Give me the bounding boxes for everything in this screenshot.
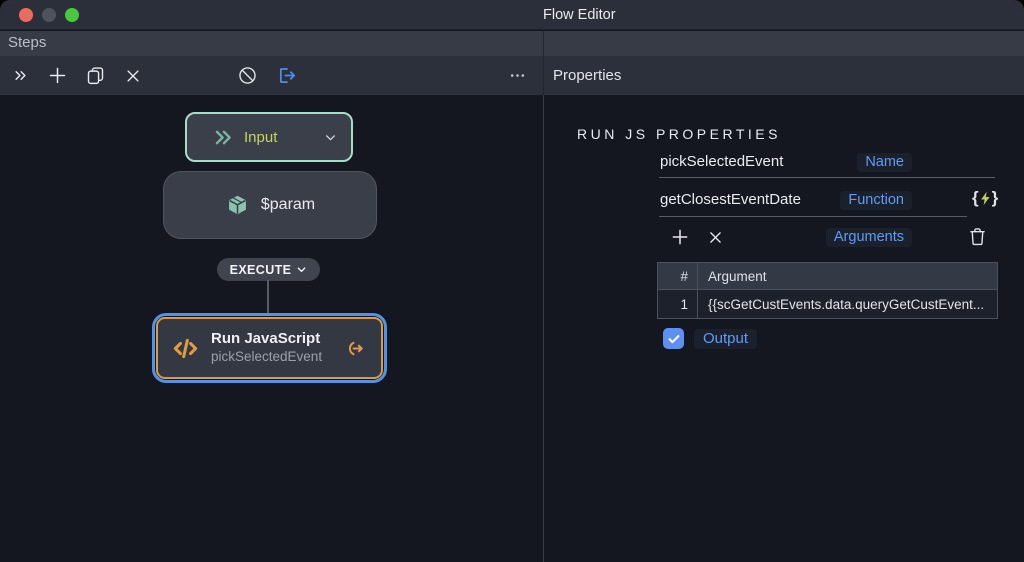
param-node[interactable]: $param [163,171,377,239]
zoom-window-button[interactable] [65,8,79,22]
argument-row[interactable]: 1 {{scGetCustEvents.data.queryGetCustEve… [658,290,997,318]
disable-icon[interactable] [233,56,261,95]
add-argument-icon[interactable] [667,225,693,249]
function-field-underline [659,216,967,217]
exit-arrow-icon [346,339,365,358]
titlebar: Flow Editor [0,0,1024,30]
function-field-label: Function [840,191,912,210]
window-title: Flow Editor [543,7,616,23]
argument-row-value[interactable]: {{scGetCustEvents.data.queryGetCustEvent… [698,297,997,312]
runjs-node-title: Run JavaScript [211,330,321,348]
function-picker-icon[interactable]: { } [972,188,998,208]
arguments-table: # Argument 1 {{scGetCustEvents.data.quer… [657,262,998,319]
execute-label: EXECUTE [229,262,292,277]
package-icon [225,193,250,218]
runjs-node-selected[interactable]: Run JavaScript pickSelectedEvent [152,313,387,383]
chevron-down-icon [298,267,306,273]
traffic-lights [19,8,79,22]
properties-heading: RUN JS PROPERTIES [577,126,781,142]
chevrons-right-icon [213,127,234,148]
input-node-label: Input [244,128,278,146]
param-node-label: $param [260,196,316,213]
delete-step-icon[interactable] [119,56,147,95]
more-icon[interactable] [503,56,531,95]
minimize-window-button[interactable] [42,8,56,22]
function-field-input[interactable]: getClosestEventDate [660,191,801,208]
trash-icon[interactable] [964,224,990,248]
panel-divider-top [543,30,544,95]
execute-branch-pill[interactable]: EXECUTE [217,258,320,281]
runjs-node-subtitle: pickSelectedEvent [211,348,323,364]
properties-panel-title: Properties [553,67,622,84]
chevrons-right-icon[interactable] [6,56,34,95]
runjs-node: Run JavaScript pickSelectedEvent [156,317,383,379]
column-header-argument: Argument [708,268,767,284]
export-icon[interactable] [273,56,301,95]
properties-panel: RUN JS PROPERTIES Name pickSelectedEvent… [544,95,1024,562]
output-checkbox[interactable] [663,328,684,349]
panel-divider[interactable] [543,95,544,562]
arguments-field-label: Arguments [825,228,912,247]
output-label: Output [694,329,758,349]
duplicate-icon[interactable] [81,56,109,95]
flow-editor-window: Flow Editor Steps Properties Input $para… [0,0,1024,562]
flow-connector-line [267,280,269,315]
close-window-button[interactable] [19,8,33,22]
checkmark-icon [668,334,679,343]
steps-panel-header: Steps [0,31,1024,56]
bolt-icon [980,191,990,205]
argument-row-index: 1 [658,290,698,318]
steps-panel-title: Steps [8,34,47,51]
column-header-index: # [658,263,698,289]
input-node[interactable]: Input [185,112,353,162]
remove-argument-icon[interactable] [702,225,728,249]
name-field-label: Name [857,153,912,172]
chevron-down-icon[interactable] [324,131,337,144]
code-icon [172,335,199,362]
header-row: Properties [0,56,1024,95]
flow-canvas[interactable]: Input $param EXECUTE Run JavaScript pick… [0,95,543,562]
arguments-table-header: # Argument [658,263,997,290]
add-step-icon[interactable] [43,56,71,95]
name-field-input[interactable]: pickSelectedEvent [660,153,783,170]
name-field-underline [659,177,995,178]
